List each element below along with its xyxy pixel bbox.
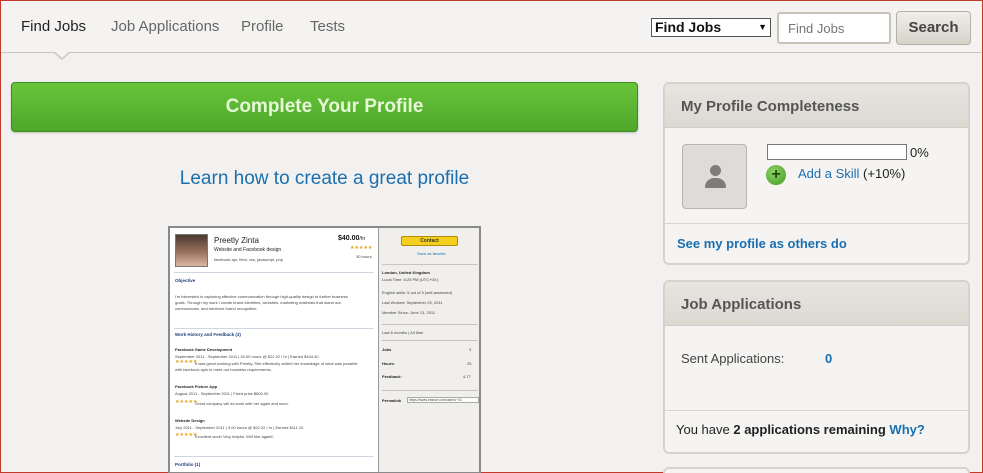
preview-portfolio-heading: Portfolio (1) [175,462,201,467]
search-button[interactable]: Search [896,11,971,45]
preview-stat-label: Feedback: [382,374,402,379]
see-profile-link[interactable]: See my profile as others do [677,236,847,251]
learn-profile-link[interactable]: Learn how to create a great profile [1,168,648,190]
preview-english-skills: English skills: 5 out of 5 (self-assesse… [382,290,453,295]
preview-divider [382,390,478,391]
preview-job-feedback: Great company will do work with her agai… [195,401,289,406]
preview-title: Website and Facebook design [214,247,282,253]
search-scope-select[interactable]: Find Jobs ▼ [651,18,771,37]
preview-job-meta: July 2011 - September 2011 | 3.00 hours … [175,425,304,430]
add-skill-row: Add a Skill (+10%) [798,166,905,181]
remaining-count: 2 applications remaining [733,422,886,437]
preview-objective-line: I'm interested in capturing effective co… [175,294,348,299]
avatar[interactable] [682,144,747,209]
preview-stat-label: Hours: [382,361,395,366]
preview-stat-label: Jobs [382,347,392,352]
why-link[interactable]: Why? [889,422,924,437]
preview-divider [382,324,478,325]
preview-stat-value: 25 [467,361,472,366]
preview-objective-line: goals. Through my work I create brand id… [175,300,342,305]
preview-name: Preetly Zinta [214,236,259,245]
preview-location: London, United Kingdom [382,270,430,275]
add-skill-plus-icon[interactable]: + [766,165,786,185]
preview-member-since: Member Since: June 13, 2011 [382,310,436,315]
profile-progress-bar [767,144,907,160]
tab-job-applications[interactable]: Job Applications [111,18,219,35]
panel-divider [665,410,968,411]
search-scope-value: Find Jobs [655,19,722,35]
preview-hours: 30 hours [356,254,372,259]
next-panel-edge [663,467,970,473]
preview-divider [174,456,374,457]
avatar-placeholder-icon [710,165,721,176]
preview-history-heading: Work History and Feedback (3) [175,332,241,337]
preview-objective-line: communicate, and reinforce brand recogni… [175,306,258,311]
avatar-placeholder-body [705,178,726,188]
add-skill-gain: (+10%) [863,166,906,181]
preview-objective-heading: Objective [175,278,196,283]
preview-permalink-label: Permalink [382,398,402,403]
dropdown-arrow-icon: ▼ [758,22,767,32]
search-input[interactable] [777,12,891,44]
profile-progress-percent: 0% [910,145,929,160]
tab-tests[interactable]: Tests [310,18,345,35]
preview-profile-photo [175,234,208,267]
preview-rate: $40.00/hr [338,235,366,242]
preview-sidebar: Contact Save as favorite London, United … [378,228,479,472]
preview-main-column: Preetly Zinta Website and Facebook desig… [170,228,378,472]
preview-local-time: Local Time: 6:25 PM (UTC+00:) [382,277,439,282]
preview-last-worked: Last Worked: September 25, 2011 [382,300,443,305]
preview-job-meta: August 2011 - September 2011 | Fixed pri… [175,391,269,396]
profile-completeness-title: My Profile Completeness [665,84,968,128]
preview-permalink-field: https://www.elance.com/users/~01 [407,397,479,403]
preview-save-favorite: Save as favorite [417,251,446,256]
complete-profile-button[interactable]: Complete Your Profile [11,82,638,132]
top-navigation: Find Jobs Job Applications Profile Tests… [1,1,982,60]
tab-find-jobs[interactable]: Find Jobs [21,18,86,35]
preview-stat-value: 4.77 [463,374,471,379]
preview-permalink-value: https://www.elance.com/users/~01 [409,398,463,402]
preview-divider [382,340,478,341]
preview-job-feedback: Excellent work! Very helpful. Will hire … [195,434,274,439]
preview-job-feedback: with facebook apis to meet our business … [175,367,272,372]
job-applications-panel: Job Applications Sent Applications: 0 Yo… [663,280,970,454]
preview-job-title: Website Design [175,418,205,423]
preview-job-title: Facebook Game Development [175,347,233,352]
applications-remaining-text: You have 2 applications remaining Why? [676,422,925,437]
add-skill-link[interactable]: Add a Skill [798,166,859,181]
sent-applications-count[interactable]: 0 [825,351,832,366]
preview-divider [174,272,374,273]
active-tab-pointer [53,51,71,60]
preview-stat-value: 3 [469,347,472,352]
preview-contact-button: Contact [401,236,458,246]
preview-job-feedback: It was great working with Preetly. She e… [195,361,358,366]
preview-period: Last 6 months | All time [382,330,424,335]
profile-completeness-panel: My Profile Completeness 0% + Add a Skill… [663,82,970,265]
remaining-prefix: You have [676,422,734,437]
preview-rating-stars-icon: ★★★★★ [350,245,373,251]
panel-divider [665,223,968,224]
sample-profile-preview: Preetly Zinta Website and Facebook desig… [168,226,481,473]
tab-profile[interactable]: Profile [241,18,284,35]
preview-skills: facebook-api, html, css, javascript, php [214,257,283,262]
job-applications-title: Job Applications [665,282,968,326]
preview-divider [174,328,374,329]
sent-applications-label: Sent Applications: [681,351,785,366]
preview-job-title: Facebook Picture App [175,384,218,389]
preview-divider [382,264,478,265]
